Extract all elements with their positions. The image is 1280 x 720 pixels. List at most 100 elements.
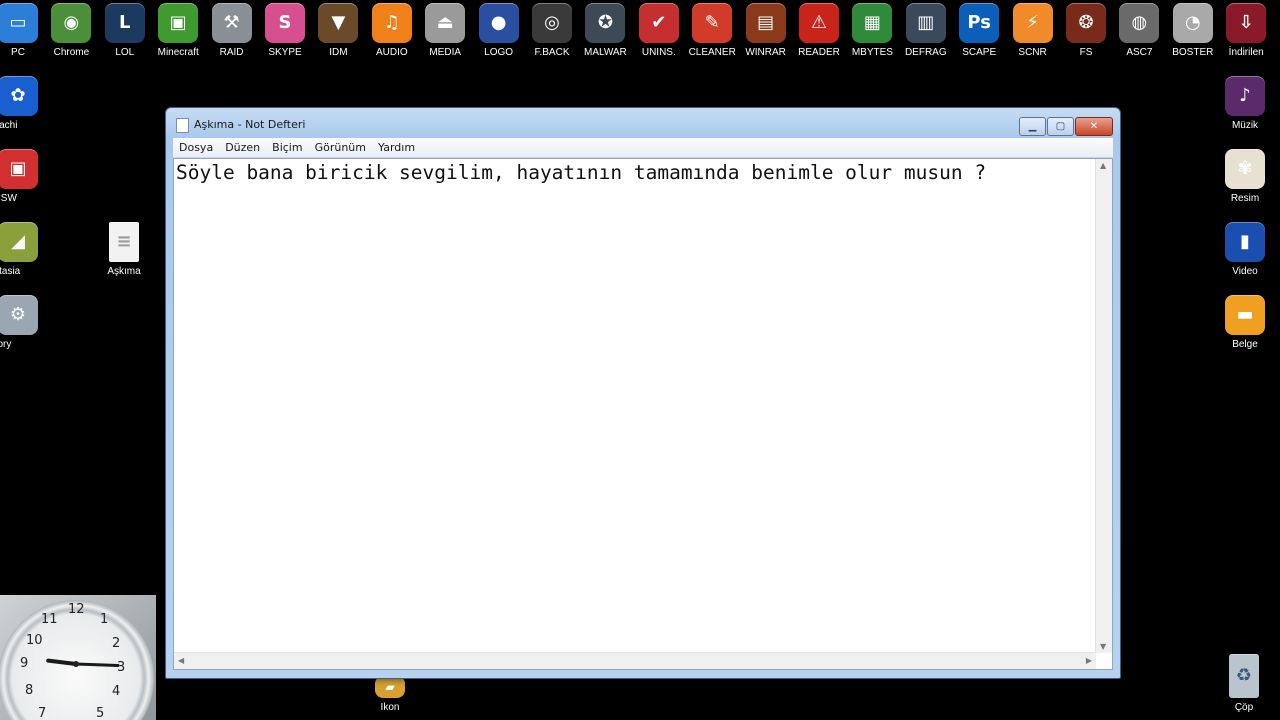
desktop-icon-scape[interactable]: Ps SCAPE (953, 3, 1005, 59)
desktop-icon-idm[interactable]: ▼ IDM (312, 3, 364, 59)
desktop-icon-askima[interactable]: ≡ Aşkıma (98, 222, 150, 278)
desktop-icon-malwar[interactable]: ✪ MALWAR (579, 3, 631, 59)
document-text[interactable]: Söyle bana biricik sevgilim, hayatının t… (176, 161, 1092, 184)
camtasia-icon: ◢ (0, 222, 38, 262)
clock-minute-hand (74, 662, 120, 667)
menu-yardim[interactable]: Yardım (372, 141, 421, 154)
desktop-icon-boster[interactable]: ◔ BOSTER (1167, 3, 1219, 59)
desktop-icon-media[interactable]: ⏏ MEDIA (419, 3, 471, 59)
desktop-icon-i-ndirilen[interactable]: ⇩ İndirilen (1220, 3, 1272, 59)
clock-number: 10 (26, 633, 43, 648)
monitor-icon: ▭ (0, 3, 38, 43)
close-button[interactable]: ✕ (1075, 117, 1113, 136)
desktop-icon-camtasia[interactable]: ◢ Camtasia (0, 222, 44, 278)
desktop-icon-unins-[interactable]: ✔ UNINS. (633, 3, 685, 59)
menu-bicim[interactable]: Biçim (266, 141, 308, 154)
desktop-icon-label: Hamachi (0, 120, 18, 131)
desktop-icon-reader[interactable]: ⚠ READER (793, 3, 845, 59)
music-folder-icon: ♪ (1225, 76, 1265, 116)
vertical-scrollbar[interactable]: ▲ ▼ (1095, 159, 1112, 653)
desktop-icon-audio[interactable]: ♫ AUDIO (366, 3, 418, 59)
text-editor-area[interactable]: Söyle bana biricik sevgilim, hayatının t… (173, 158, 1113, 670)
clock-number: 5 (96, 706, 105, 720)
desktop-icon-ikon[interactable]: ▰ Ikon (364, 676, 416, 714)
desktop-icon-belge[interactable]: ▬ Belge (1219, 295, 1271, 351)
menu-dosya[interactable]: Dosya (173, 141, 219, 154)
desktop-icon-müzik[interactable]: ♪ Müzik (1219, 76, 1271, 132)
desktop-icon-video[interactable]: ▮ Video (1219, 222, 1271, 278)
film-reel-icon: ❂ (1066, 3, 1106, 43)
notepad-icon (176, 118, 189, 133)
desktop-icon-label: Resim (1230, 193, 1260, 204)
desktop-icon-hamachi[interactable]: ✿ Hamachi (0, 76, 44, 132)
window-titlebar[interactable]: Aşkıma - Not Defteri ▁ ▢ ✕ (166, 108, 1120, 138)
scroll-up-arrow-icon[interactable]: ▲ (1100, 161, 1106, 170)
documents-folder-icon: ▬ (1225, 295, 1265, 335)
minimize-button[interactable]: ▁ (1019, 117, 1046, 136)
maximize-icon: ▢ (1055, 121, 1066, 132)
menu-duzen[interactable]: Düzen (219, 141, 266, 154)
desktop-icon-label: Camtasia (0, 266, 21, 277)
clock-number: 7 (38, 706, 47, 720)
desktop-icon-raid[interactable]: ⚒ RAID (206, 3, 258, 59)
desktop-icon-recycle-bin[interactable]: ♻ Çöp (1218, 654, 1270, 714)
desktop-icon-resim[interactable]: ✾ Resim (1219, 149, 1271, 205)
desktop-icon-asc7[interactable]: ◍ ASC7 (1113, 3, 1165, 59)
menu-bar: Dosya Düzen Biçim Görünüm Yardım (173, 138, 1113, 158)
notepad-window[interactable]: Aşkıma - Not Defteri ▁ ▢ ✕ Dosya Düzen B… (165, 107, 1121, 679)
desktop-icon-label: Ikon (380, 702, 400, 713)
desktop-icon-skype[interactable]: S SKYPE (259, 3, 311, 59)
desktop-icon-logo[interactable]: ● LOGO (473, 3, 525, 59)
clock-number: 1 (100, 612, 109, 627)
idm-download-icon: ▼ (318, 3, 359, 43)
desktop-icon-scnr[interactable]: ⚡ SCNR (1007, 3, 1059, 59)
maximize-button[interactable]: ▢ (1047, 117, 1074, 136)
clock-number: 9 (20, 656, 29, 671)
menu-gorunum[interactable]: Görünüm (309, 141, 372, 154)
scroll-down-arrow-icon[interactable]: ▼ (1100, 642, 1106, 651)
desktop-icon-label: Factory (0, 339, 12, 350)
horizontal-scrollbar[interactable]: ◀ ▶ (174, 652, 1096, 669)
clock-number: 12 (68, 602, 85, 617)
desktop-icon-mncsw[interactable]: ▣ MNCSW (0, 149, 44, 205)
minecraft-creeper-icon: ▣ (158, 3, 199, 43)
eject-icon: ⏏ (425, 3, 466, 43)
desktop-icon-lol[interactable]: L LOL (99, 3, 151, 59)
usb-icon: ⚡ (1012, 3, 1053, 43)
pdf-reader-icon: ⚠ (799, 3, 839, 43)
recycle-bin-icon: ♻ (1229, 654, 1259, 698)
text-file-icon: ≡ (109, 222, 139, 262)
clock-number: 11 (41, 612, 58, 627)
scroll-left-arrow-icon[interactable]: ◀ (178, 656, 184, 665)
factory-icon: ⚙ (0, 295, 38, 335)
gauge-icon: ◔ (1172, 3, 1213, 43)
desktop-icon-label: Belge (1232, 339, 1258, 350)
folder-icon: ▰ (375, 676, 405, 698)
chrome-icon: ◉ (51, 3, 92, 43)
winrar-icon: ▤ (745, 3, 786, 43)
close-icon: ✕ (1089, 121, 1099, 132)
desktop-icon-minecraft[interactable]: ▣ Minecraft (152, 3, 204, 59)
clock-gadget[interactable]: 12 1 2 3 4 5 7 8 9 10 11 (0, 595, 156, 720)
scroll-right-arrow-icon[interactable]: ▶ (1086, 656, 1092, 665)
clock-number: 4 (112, 684, 121, 699)
desktop-icon-f-back[interactable]: ◎ F.BACK (526, 3, 578, 59)
raid-tools-icon: ⚒ (211, 3, 252, 43)
desktop-icon-cleaner[interactable]: ✎ CLEANER (686, 3, 738, 59)
clock-face: 12 1 2 3 4 5 7 8 9 10 11 (0, 600, 154, 720)
photoshop-icon: Ps (959, 3, 1000, 43)
desktop-icon-defrag[interactable]: ▥ DEFRAG (900, 3, 952, 59)
desktop-icon-mbytes[interactable]: ▦ MBYTES (846, 3, 898, 59)
windows-flag-icon: ▦ (852, 3, 893, 43)
desktop-icon-factory[interactable]: ⚙ Factory (0, 295, 44, 351)
desktop-icon-fs[interactable]: ❂ FS (1060, 3, 1112, 59)
desktop-icon-chrome[interactable]: ◉ Chrome (45, 3, 97, 59)
desktop-icon-label: Çöp (1234, 702, 1254, 713)
desktop-icon-label: Video (1232, 266, 1258, 277)
camera-icon: ◎ (532, 3, 572, 43)
skype-icon: S (265, 3, 305, 43)
desktop-icon-label: MNCSW (0, 193, 17, 204)
clock-hour-hand (46, 658, 78, 666)
desktop-icon-winrar[interactable]: ▤ WINRAR (740, 3, 792, 59)
minecraft-server-icon: ▣ (0, 149, 38, 189)
